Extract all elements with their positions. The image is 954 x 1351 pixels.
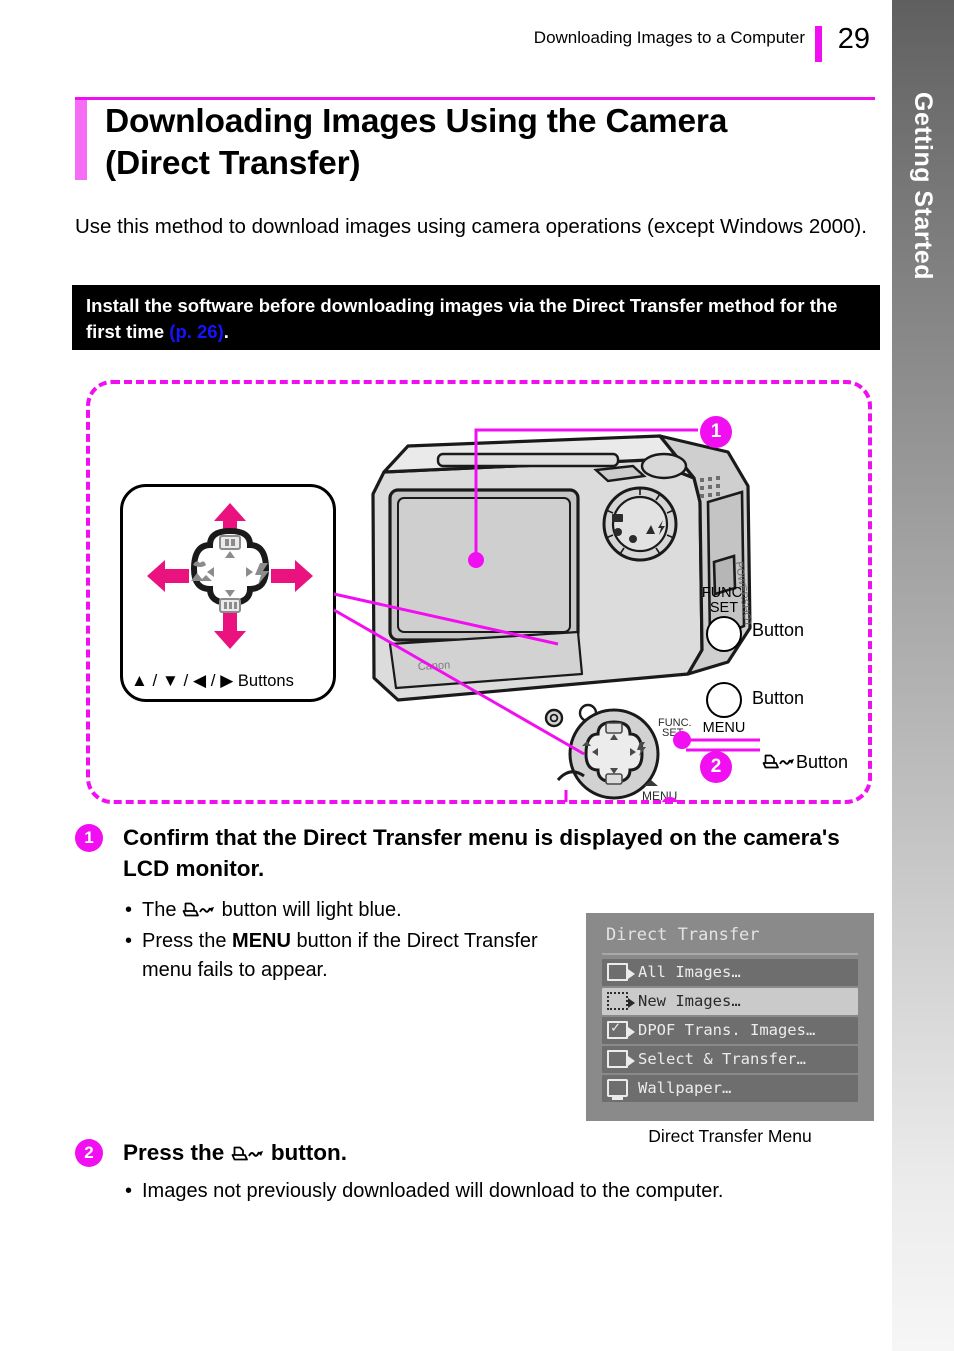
chapter-tab-label: Getting Started	[909, 92, 937, 281]
lcd-menu-item-all-images[interactable]: All Images…	[602, 959, 858, 986]
svg-text:Canon: Canon	[418, 659, 451, 673]
heading-line-1: Downloading Images Using the Camera	[105, 103, 728, 140]
new-transfer-icon	[607, 992, 635, 1010]
menu-button-circle	[706, 682, 742, 718]
svg-text:MENU: MENU	[642, 789, 677, 802]
four-way-caption: ▲ / ▼ / ◀ / ▶ Buttons	[131, 671, 336, 691]
camera-diagram: Canon MENU FUNC. SET POWERSHOT ▲ / ▼ / ◀…	[86, 380, 872, 804]
menu-keyword: MENU	[232, 930, 291, 952]
notice-text: Install the software before downloading …	[86, 293, 866, 345]
lcd-item-label: Select & Transfer…	[638, 1050, 806, 1068]
func-label: FUNC.	[701, 585, 747, 601]
lcd-item-label: Wallpaper…	[638, 1079, 732, 1097]
bullet-1-after: button will light blue.	[216, 899, 402, 921]
page-header: Downloading Images to a Computer 29	[0, 23, 880, 64]
lcd-menu-title: Direct Transfer	[606, 925, 760, 945]
step-1-bullets: The button will light blue. Press the ME…	[123, 896, 593, 987]
func-set-label: FUNC. SET	[700, 586, 748, 616]
single-transfer-icon	[607, 1050, 635, 1068]
four-way-pad-illustration	[145, 501, 315, 651]
lcd-item-label: New Images…	[638, 992, 741, 1010]
step-2-bullets: Images not previously downloaded will do…	[123, 1177, 823, 1208]
step-1-badge: 1	[75, 824, 103, 852]
print-share-icon	[182, 901, 216, 919]
step-2-heading-after: button.	[264, 1140, 348, 1165]
page-reference-link[interactable]: (p. 26)	[169, 321, 223, 342]
step-2-heading-before: Press the	[123, 1140, 231, 1165]
header-title: Downloading Images to a Computer	[533, 28, 805, 47]
step-2-badge: 2	[75, 1139, 103, 1167]
bullet-text: Images not previously downloaded will do…	[142, 1180, 724, 1202]
heading-line-2: (Direct Transfer)	[105, 145, 361, 182]
camera-four-way-pad	[568, 708, 660, 800]
lcd-title-divider	[602, 953, 858, 955]
diagram-badge-2: 2	[700, 751, 732, 783]
mode-dial	[602, 486, 678, 562]
func-set-button-circle	[706, 616, 742, 652]
svg-text:SET: SET	[662, 727, 684, 739]
wallpaper-icon	[607, 1079, 628, 1100]
print-button-label-row: Button	[762, 752, 848, 773]
four-way-callout-box: ▲ / ▼ / ◀ / ▶ Buttons	[120, 484, 336, 702]
print-button-label: Button	[796, 752, 849, 772]
set-label: SET	[709, 600, 739, 616]
intro-paragraph: Use this method to download images using…	[75, 215, 867, 238]
lcd-menu-list: All Images… New Images… DPOF Trans. Imag…	[602, 959, 858, 1104]
lcd-menu-item-select-transfer[interactable]: Select & Transfer…	[602, 1046, 858, 1073]
lcd-menu-item-dpof[interactable]: DPOF Trans. Images…	[602, 1017, 858, 1044]
notice-text-after: .	[223, 321, 229, 342]
check-transfer-icon	[607, 1018, 635, 1039]
print-share-icon	[762, 753, 796, 771]
manual-page: Downloading Images to a Computer 29 Down…	[0, 0, 880, 1351]
lcd-menu-item-new-images[interactable]: New Images…	[602, 988, 858, 1015]
bullet-2-before: Press the	[142, 930, 233, 952]
step-1-bullet-1: The button will light blue.	[123, 896, 593, 925]
menu-caption: MENU	[702, 720, 746, 736]
lcd-menu-screenshot: Direct Transfer All Images… New Images… …	[586, 913, 874, 1121]
diagram-badge-1: 1	[700, 416, 732, 448]
step-1-heading: Confirm that the Direct Transfer menu is…	[123, 825, 840, 881]
func-set-button-label: Button	[752, 620, 805, 640]
print-share-icon	[231, 1145, 265, 1163]
four-way-caption-text: Buttons	[237, 672, 294, 690]
lcd-item-label: All Images…	[638, 963, 741, 981]
heading-accent-tick	[75, 100, 87, 180]
lcd-menu-item-wallpaper[interactable]: Wallpaper…	[602, 1075, 858, 1102]
chapter-tab: Getting Started	[892, 0, 954, 1351]
header-accent-bar	[815, 26, 822, 62]
stack-transfer-icon	[607, 963, 635, 981]
heading-rule	[75, 97, 875, 100]
heading-text: Downloading Images Using the Camera (Dir…	[105, 101, 875, 185]
notice-banner: Install the software before downloading …	[72, 285, 880, 350]
bullet-1-before: The	[142, 899, 183, 921]
four-way-symbols: ▲ / ▼ / ◀ / ▶	[131, 671, 234, 690]
lcd-item-label: DPOF Trans. Images…	[638, 1021, 816, 1039]
step-1-bullet-2: Press the MENU button if the Direct Tran…	[123, 927, 593, 985]
step-2-bullet-1: Images not previously downloaded will do…	[123, 1177, 823, 1206]
step-2-heading: Press the button.	[123, 1137, 883, 1168]
page-number: 29	[837, 23, 870, 55]
menu-button-label: Button	[752, 688, 805, 708]
